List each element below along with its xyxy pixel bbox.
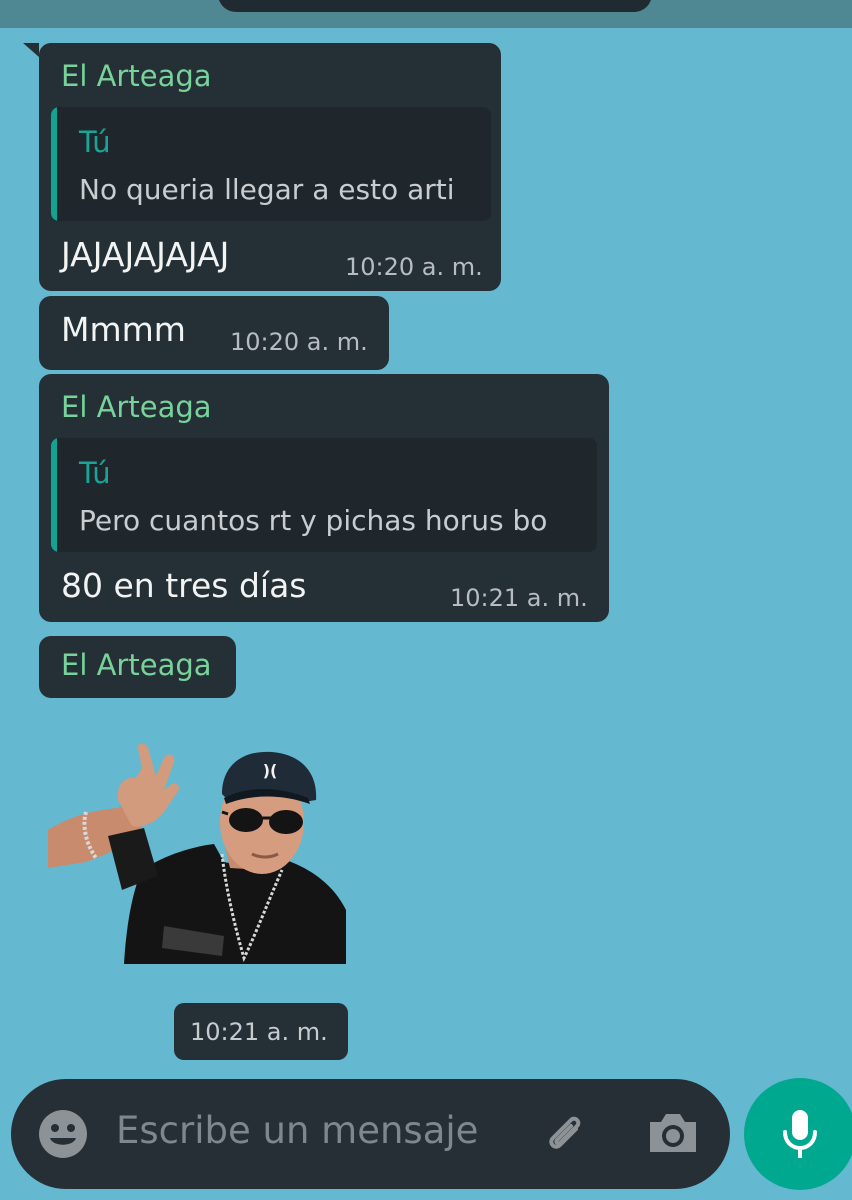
- sunglasses-right-lens: [269, 810, 303, 834]
- camera-icon[interactable]: [646, 1110, 700, 1156]
- message-time: 10:20 a. m.: [230, 328, 368, 356]
- message-text: JAJAJAJAJAJ: [61, 235, 230, 274]
- message-time: 10:21 a. m.: [450, 584, 588, 612]
- paperclip-icon[interactable]: [539, 1109, 593, 1163]
- sender-label-bubble[interactable]: El Arteaga: [39, 636, 236, 698]
- bubble-tail: [23, 43, 39, 57]
- microphone-icon: [780, 1108, 820, 1160]
- quote-author: Tú: [79, 456, 111, 490]
- sender-name[interactable]: El Arteaga: [61, 648, 212, 682]
- quote-text: No queria llegar a esto arti: [79, 173, 455, 206]
- quote-text: Pero cuantos rt y pichas horus bo: [79, 504, 548, 537]
- sender-name[interactable]: El Arteaga: [61, 390, 212, 424]
- message-bubble[interactable]: El Arteaga Tú Pero cuantos rt y pichas h…: [39, 374, 609, 622]
- hand: [117, 743, 179, 827]
- top-bar-pill: [218, 0, 652, 12]
- quoted-message[interactable]: Tú Pero cuantos rt y pichas horus bo: [51, 438, 597, 552]
- sender-name[interactable]: El Arteaga: [61, 59, 212, 93]
- quote-author: Tú: [79, 125, 111, 159]
- top-bar: [0, 0, 852, 28]
- message-text: Mmmm: [61, 310, 186, 349]
- quote-accent-bar: [51, 107, 57, 221]
- message-input-bar: Escribe un mensaje: [11, 1079, 730, 1189]
- message-bubble[interactable]: El Arteaga Tú No queria llegar a esto ar…: [23, 43, 501, 291]
- quote-accent-bar: [51, 438, 57, 552]
- message-time: 10:21 a. m.: [190, 1018, 328, 1046]
- message-bubble[interactable]: Mmmm 10:20 a. m.: [39, 296, 389, 370]
- sunglasses-arm: [221, 810, 229, 816]
- photo-sticker[interactable]: )(: [46, 742, 350, 964]
- cap-logo: )(: [263, 761, 278, 780]
- time-bubble: 10:21 a. m.: [174, 1003, 348, 1060]
- message-text: 80 en tres días: [61, 566, 307, 605]
- message-time: 10:20 a. m.: [345, 253, 483, 281]
- quoted-message[interactable]: Tú No queria llegar a esto arti: [51, 107, 491, 221]
- sunglasses-left-lens: [229, 808, 263, 832]
- microphone-button[interactable]: [744, 1078, 852, 1190]
- emoji-icon[interactable]: [38, 1109, 88, 1159]
- message-input[interactable]: Escribe un mensaje: [116, 1109, 478, 1152]
